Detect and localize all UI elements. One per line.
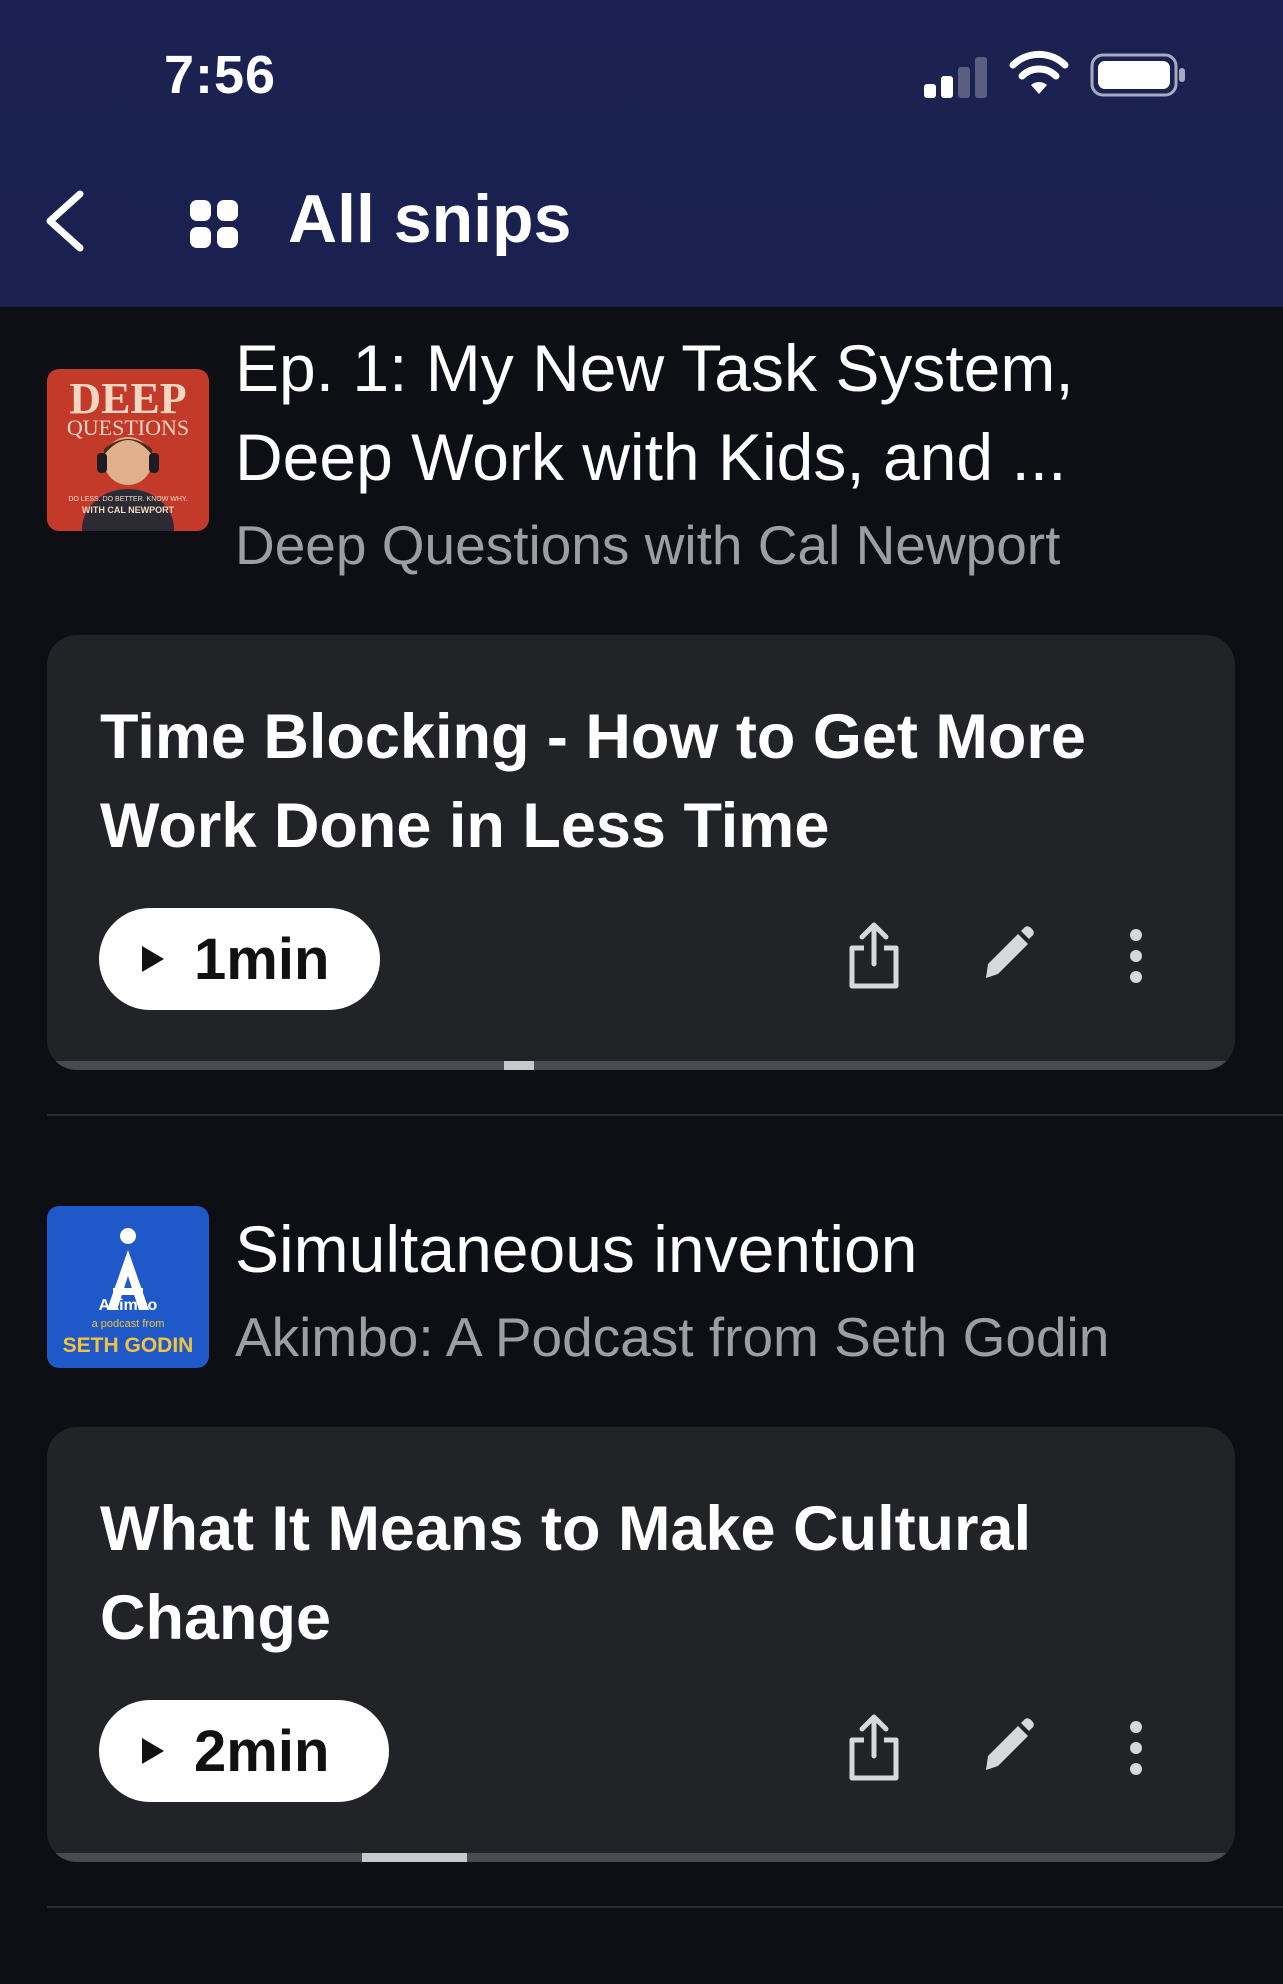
edit-pencil-icon[interactable] <box>976 920 1036 992</box>
art-tagline: DO LESS. DO BETTER. KNOW WHY. <box>68 496 187 503</box>
art-brand-line2: QUESTIONS <box>67 415 189 440</box>
play-icon <box>142 946 164 972</box>
snip-progress-marker <box>504 1061 535 1070</box>
art-host: SETH GODIN <box>63 1334 194 1357</box>
art-host: WITH CAL NEWPORT <box>82 505 175 515</box>
divider <box>47 1114 1283 1116</box>
grid-icon <box>190 200 238 248</box>
edit-pencil-icon[interactable] <box>976 1712 1036 1784</box>
battery-icon <box>1090 53 1185 97</box>
episode-title-line1[interactable]: Ep. 1: My New Task System, <box>235 324 1235 412</box>
play-snip-button[interactable]: 1min <box>99 908 380 1010</box>
play-icon <box>142 1738 164 1764</box>
share-icon[interactable] <box>844 920 904 992</box>
share-icon[interactable] <box>844 1712 904 1784</box>
snip-progress-track <box>47 1853 1235 1862</box>
status-time: 7:56 <box>164 45 277 105</box>
snip-title[interactable]: Time Blocking - How to Get More Work Don… <box>100 693 1210 871</box>
podcast-artwork-deep-questions[interactable]: DEEP QUESTIONS DO LESS. DO BETTER. KNOW … <box>47 369 209 531</box>
art-brand: Akimbo <box>99 1297 158 1314</box>
snip-title[interactable]: What It Means to Make Cultural Change <box>100 1485 1210 1663</box>
podcast-name[interactable]: Deep Questions with Cal Newport <box>235 513 1060 577</box>
snip-duration: 2min <box>194 1718 330 1784</box>
snip-card[interactable]: What It Means to Make Cultural Change 2m… <box>47 1427 1235 1862</box>
more-options-icon[interactable] <box>1106 1712 1166 1784</box>
divider <box>47 1906 1283 1908</box>
play-snip-button[interactable]: 2min <box>99 1700 389 1802</box>
cellular-signal-icon <box>924 57 987 98</box>
more-options-icon[interactable] <box>1106 920 1166 992</box>
app-header: 7:56 All snips <box>0 0 1283 307</box>
episode-title[interactable]: Simultaneous invention <box>235 1205 1235 1293</box>
wifi-icon <box>1009 50 1069 94</box>
snip-duration: 1min <box>194 926 330 992</box>
snip-progress-track <box>47 1061 1235 1070</box>
episode-title-line2[interactable]: Deep Work with Kids, and ... <box>235 413 1235 501</box>
page-title: All snips <box>288 181 572 257</box>
podcast-name[interactable]: Akimbo: A Podcast from Seth Godin <box>235 1305 1109 1369</box>
podcast-artwork-akimbo[interactable]: Akimbo a podcast from SETH GODIN <box>47 1206 209 1368</box>
snip-progress-marker <box>361 1853 467 1862</box>
art-subtitle: a podcast from <box>92 1318 165 1330</box>
back-button[interactable] <box>40 186 92 256</box>
snip-card[interactable]: Time Blocking - How to Get More Work Don… <box>47 635 1235 1070</box>
